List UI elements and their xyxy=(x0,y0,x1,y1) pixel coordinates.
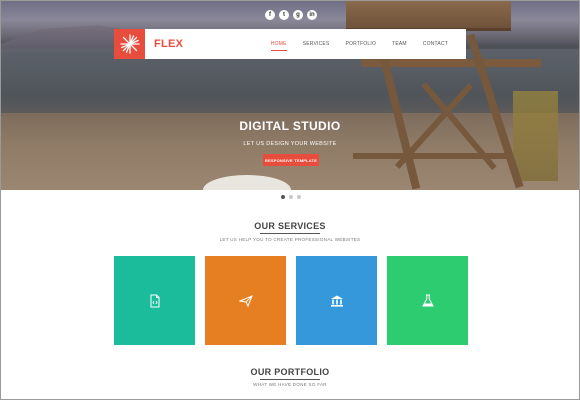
slider-dot-3[interactable] xyxy=(297,195,301,199)
linkedin-icon[interactable]: in xyxy=(307,10,317,20)
service-tile-flask[interactable] xyxy=(387,256,468,345)
brand-name[interactable]: FLEX xyxy=(154,38,183,50)
google-plus-glyph: g xyxy=(296,12,300,18)
slider-dots xyxy=(281,195,301,199)
hero-background-chair xyxy=(513,91,558,181)
nav-home[interactable]: HOME xyxy=(263,29,295,59)
hero-background-lifeguard-tower xyxy=(346,1,511,31)
portfolio-section-title: OUR PORTFOLIO xyxy=(0,367,580,380)
portfolio-title-underline xyxy=(260,379,320,380)
slider-dot-2[interactable] xyxy=(289,195,293,199)
nav-portfolio[interactable]: PORTFOLIO xyxy=(337,29,384,59)
main-menu: HOME SERVICES PORTFOLIO TEAM CONTACT xyxy=(263,29,456,59)
twitter-glyph: t xyxy=(283,12,285,18)
hero-title: DIGITAL STUDIO xyxy=(239,119,341,133)
google-plus-icon[interactable]: g xyxy=(293,10,303,20)
portfolio-subtitle: WHAT WE HAVE DONE SO FAR xyxy=(253,382,327,387)
nav-contact[interactable]: CONTACT xyxy=(415,29,456,59)
service-tile-document[interactable] xyxy=(114,256,195,345)
portfolio-title-text: OUR PORTFOLIO xyxy=(250,367,330,377)
facebook-icon[interactable]: f xyxy=(265,10,275,20)
services-title-underline xyxy=(260,233,320,234)
services-grid xyxy=(114,256,468,345)
facebook-glyph: f xyxy=(269,12,271,18)
nav-services[interactable]: SERVICES xyxy=(295,29,338,59)
slider-dot-1[interactable] xyxy=(281,195,285,199)
twitter-icon[interactable]: t xyxy=(279,10,289,20)
logo[interactable] xyxy=(114,29,145,59)
services-section-title: OUR SERVICES xyxy=(0,221,580,234)
bank-icon xyxy=(330,295,343,307)
navbar: FLEX HOME SERVICES PORTFOLIO TEAM CONTAC… xyxy=(114,29,466,59)
services-title-text: OUR SERVICES xyxy=(254,221,326,231)
hero-background-beam xyxy=(353,153,513,159)
hero-subtitle: LET US DESIGN YOUR WEBSITE xyxy=(243,141,337,147)
service-tile-bank[interactable] xyxy=(296,256,377,345)
paper-plane-icon xyxy=(238,294,253,307)
starburst-logo-icon xyxy=(119,34,140,54)
document-icon xyxy=(150,294,159,307)
services-subtitle: LET US HELP YOU TO CREATE PROFESSIONAL W… xyxy=(219,237,361,242)
responsive-template-button[interactable]: RESPONSIVE TEMPLATE xyxy=(263,154,319,166)
linkedin-glyph: in xyxy=(309,12,315,18)
nav-team[interactable]: TEAM xyxy=(384,29,415,59)
flask-icon xyxy=(421,294,434,306)
service-tile-paper-plane[interactable] xyxy=(205,256,286,345)
social-links: f t g in xyxy=(265,10,317,20)
